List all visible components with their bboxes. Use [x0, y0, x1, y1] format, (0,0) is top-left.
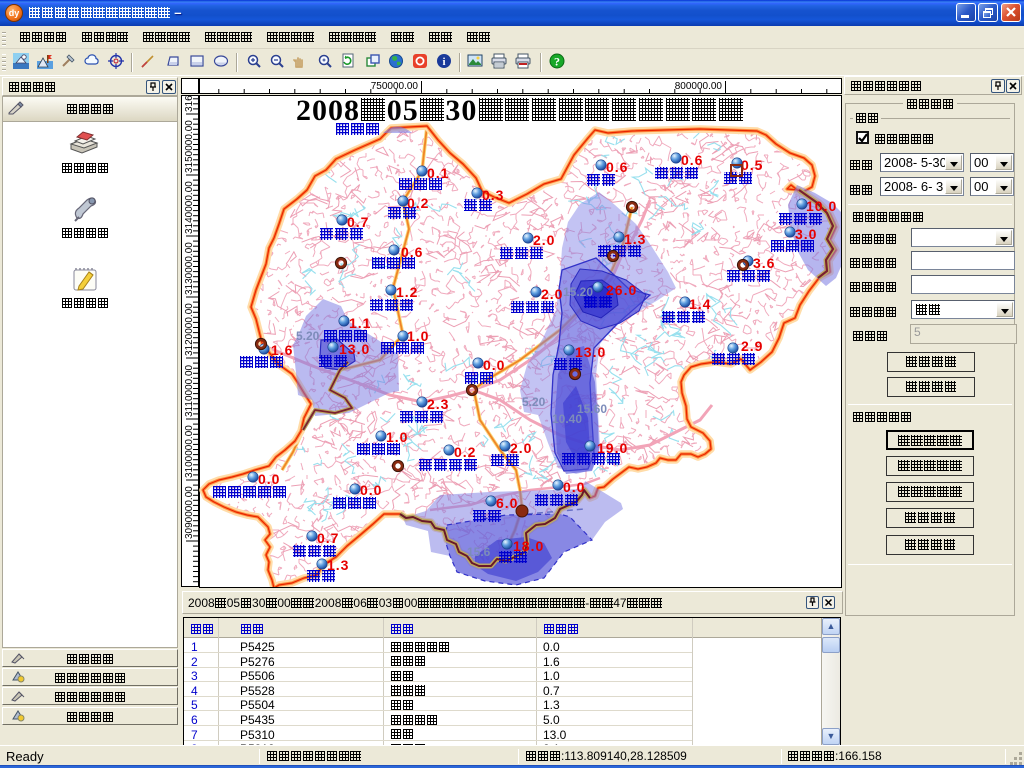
- svg-text:1.3: 1.3: [624, 231, 646, 247]
- svg-text:3130000.00: 3130000.00: [184, 242, 195, 295]
- svg-text:19.0: 19.0: [597, 440, 628, 456]
- svg-text:1.0: 1.0: [386, 429, 408, 445]
- svg-text:0.7: 0.7: [317, 530, 339, 546]
- svg-text:0.2: 0.2: [407, 195, 429, 211]
- svg-text:3.0: 3.0: [795, 226, 817, 242]
- svg-text:1.1: 1.1: [349, 315, 371, 331]
- svg-text:0.0: 0.0: [360, 482, 382, 498]
- svg-text:2.0: 2.0: [510, 440, 532, 456]
- svg-text:0.6: 0.6: [606, 159, 628, 175]
- svg-text:2.0: 2.0: [533, 232, 555, 248]
- svg-text:2.9: 2.9: [741, 338, 763, 354]
- svg-text:3120000.00: 3120000.00: [184, 303, 195, 356]
- svg-text:15.6: 15.6: [467, 545, 491, 559]
- svg-text:1.2: 1.2: [396, 284, 418, 300]
- svg-text:2.3: 2.3: [427, 396, 449, 412]
- svg-text:800000.00: 800000.00: [675, 81, 723, 92]
- svg-text:0.0: 0.0: [483, 357, 505, 373]
- svg-text:750000.00: 750000.00: [371, 81, 419, 92]
- svg-text:5.20: 5.20: [296, 329, 320, 343]
- svg-text:0.1: 0.1: [427, 165, 449, 181]
- svg-text:2.0: 2.0: [541, 286, 563, 302]
- svg-text:0.3: 0.3: [482, 187, 504, 203]
- svg-text:0.5: 0.5: [741, 157, 763, 173]
- svg-text:3160000.00: 3160000.00: [184, 96, 195, 112]
- svg-text:1.4: 1.4: [689, 296, 711, 312]
- svg-text:1.6: 1.6: [271, 342, 293, 358]
- svg-text:3110000.00: 3110000.00: [184, 364, 195, 417]
- svg-text:3150000.00: 3150000.00: [184, 120, 195, 173]
- svg-text:0.2: 0.2: [454, 444, 476, 460]
- svg-text:0.0: 0.0: [258, 471, 280, 487]
- svg-text:3.6: 3.6: [753, 255, 775, 271]
- svg-text:0.7: 0.7: [347, 214, 369, 230]
- svg-text:26.0: 26.0: [606, 282, 637, 298]
- svg-text:0.6: 0.6: [681, 152, 703, 168]
- svg-text:0.6: 0.6: [401, 244, 423, 260]
- svg-text:0.0: 0.0: [563, 479, 585, 495]
- svg-text:6.0: 6.0: [496, 495, 518, 511]
- svg-text:3090000.00: 3090000.00: [184, 486, 195, 539]
- svg-text:?: ?: [554, 55, 560, 69]
- svg-text:13.0: 13.0: [575, 344, 606, 360]
- svg-text:10.40: 10.40: [552, 412, 582, 426]
- svg-text:i: i: [442, 56, 445, 68]
- svg-text:5.20: 5.20: [522, 395, 546, 409]
- svg-text:13.0: 13.0: [339, 341, 370, 357]
- svg-text:18.0: 18.0: [513, 538, 544, 554]
- svg-text:3140000.00: 3140000.00: [184, 181, 195, 234]
- svg-text:3100000.00: 3100000.00: [184, 425, 195, 478]
- svg-text:1.3: 1.3: [327, 557, 349, 573]
- svg-text:10.0: 10.0: [806, 198, 837, 214]
- svg-text:1.0: 1.0: [407, 328, 429, 344]
